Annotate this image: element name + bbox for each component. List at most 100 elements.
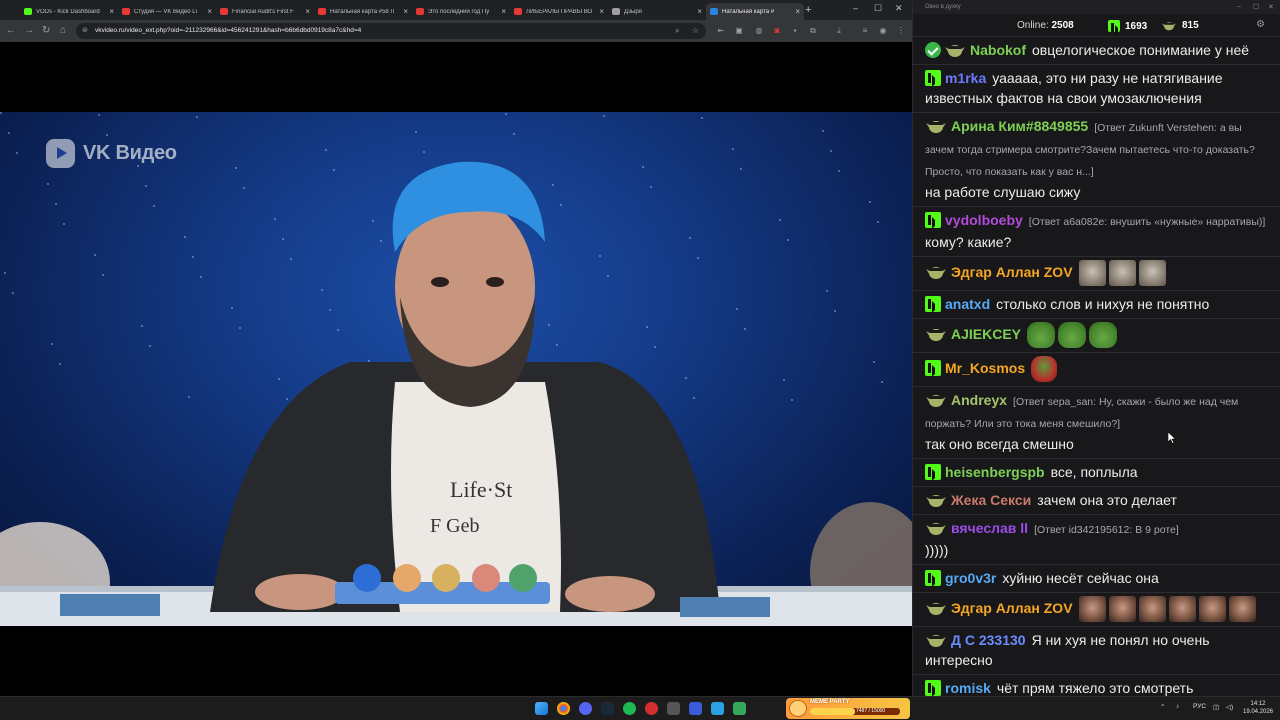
system-clock[interactable]: 14:12 19.04.2026 [1238,700,1278,716]
chat-username[interactable]: vydolboeby [945,212,1023,228]
chat-username[interactable]: Mr_Kosmos [945,360,1025,376]
chat-message[interactable]: Жека Секси зачем она это делает [913,487,1280,515]
minimize-icon[interactable]: – [853,3,858,13]
chat-username[interactable]: m1rka [945,70,986,86]
chat-username[interactable]: Арина Ким#8849855 [951,118,1088,134]
kick-viewer-count: 1693 [1108,20,1147,33]
close-window-icon[interactable]: ✕ [895,3,903,14]
zoom-icon[interactable]: ⌕ [675,26,679,36]
chat-username[interactable]: anatxd [945,296,990,312]
kick-badge-icon [925,296,941,312]
spotify-icon[interactable] [623,702,636,715]
back-icon[interactable]: ← [6,25,16,37]
reload-icon[interactable]: ↻ [42,25,50,37]
new-tab-button[interactable]: + [805,4,811,16]
chat-username[interactable]: Жека Секси [951,492,1031,508]
site-info-icon[interactable]: ⊜ [82,26,90,35]
chat-message[interactable]: Nabokof овцелогическое понимание у неё [913,37,1280,65]
tab-close-icon[interactable]: × [305,7,310,16]
browser-tab[interactable]: Это последний год Пу × [412,3,510,20]
chat-username[interactable]: Эдгар Аллан ZOV [951,264,1073,280]
chat-message-list[interactable]: Nabokof овцелогическое понимание у неё m1r… [913,37,1280,696]
chat-message[interactable]: m1rka уааааа, это ни разу не натягивание … [913,65,1280,113]
network-icon[interactable]: ◫ [1213,703,1219,711]
chat-message[interactable]: Andreyx [Ответ sepa_san: Ну, скажи - было… [913,387,1280,459]
browser-tab[interactable]: ЛИБЕРАЛЫ ПРАВЫ ВО × [510,3,608,20]
chat-message[interactable]: gro0v3r хуйню несёт сейчас она [913,565,1280,593]
meme-party-widget[interactable]: MEME PARTY 7487 / 15000 [786,698,910,719]
steam-icon[interactable] [601,702,614,715]
obs-icon[interactable] [645,702,658,715]
minimize-icon[interactable]: – [1237,3,1241,10]
tab-close-icon[interactable]: × [599,7,604,16]
start-windows-icon[interactable] [535,702,548,715]
browser-tab[interactable]: Натальная карта #58 Л × [314,3,412,20]
extension-icon[interactable]: ◙ [772,26,782,36]
tab-close-icon[interactable]: × [403,7,408,16]
video-frame[interactable]: Life·St F Geb VK Видео [0,112,912,626]
extension-icon[interactable]: ⇤ [716,26,726,36]
url-text[interactable]: vkvideo.ru/video_ext.php?oid=-211232966&… [95,27,361,34]
chat-message[interactable]: Д С 233130 Я ни хуя не понял но очень инт… [913,627,1280,675]
app-icon[interactable] [733,702,746,715]
discord-icon[interactable] [579,702,592,715]
video-player[interactable]: Life·St F Geb VK Видео [0,42,912,696]
chat-message[interactable]: heisenbergspb все, поплыла [913,459,1280,487]
extension-icon[interactable]: ▣ [734,26,744,36]
tab-close-icon[interactable]: × [207,7,212,16]
volume-icon[interactable]: ◁) [1226,703,1233,711]
profile-icon[interactable]: ◉ [878,26,888,36]
chat-message[interactable]: romisk чёт прям тяжело это смотреть [913,675,1280,696]
browser-tab[interactable]: VODs - Kick Dashboard × [20,3,118,20]
extension-icon[interactable]: ▪ [790,26,800,36]
chat-username[interactable]: AJIEKCEY [951,326,1021,342]
chat-message[interactable]: Эдгар Аллан ZOV [913,593,1280,627]
chat-username[interactable]: romisk [945,680,991,696]
extensions-puzzle-icon[interactable]: ⧉ [808,26,818,36]
telegram-icon[interactable] [711,702,724,715]
chat-message-text: чёт прям тяжело это смотреть [996,680,1194,696]
close-icon[interactable]: ✕ [1268,3,1274,11]
chat-username[interactable]: вячеслав ll [951,520,1028,536]
chat-message[interactable]: Mr_Kosmos [913,353,1280,387]
chat-username[interactable]: heisenbergspb [945,464,1045,480]
chat-message[interactable]: Эдгар Аллан ZOV [913,257,1280,291]
chrome-icon[interactable] [557,702,570,715]
browser-tab[interactable]: Натальная карта # × [706,3,804,20]
app-icon[interactable] [667,702,680,715]
chat-username[interactable]: Andreyx [951,392,1007,408]
tray-chevron-icon[interactable]: ⌃ [1160,703,1165,711]
browser-tab[interactable]: Дзыря × [608,3,706,20]
bookmark-star-icon[interactable]: ☆ [692,26,699,35]
tab-close-icon[interactable]: × [697,7,702,16]
emote-peper-icon [1031,356,1058,382]
settings-gear-icon[interactable]: ⚙ [1256,19,1265,30]
tab-close-icon[interactable]: × [109,7,114,16]
chat-message[interactable]: вячеслав ll [Ответ id342195612: В 9 роте]… [913,515,1280,565]
browser-tab[interactable]: Financial Audit's First F × [216,3,314,20]
chat-message[interactable]: Арина Ким#8849855 [Ответ Zukunft Verstehe… [913,113,1280,207]
chat-message[interactable]: anatxd столько слов и нихуя не понятно [913,291,1280,319]
chat-message-text: все, поплыла [1050,464,1138,480]
app-icon[interactable] [689,702,702,715]
chat-message[interactable]: AJIEKCEY [913,319,1280,353]
maximize-icon[interactable]: ☐ [1253,3,1259,11]
home-icon[interactable]: ⌂ [60,25,66,37]
menu-kebab-icon[interactable]: ⋮ [896,26,906,36]
chat-username[interactable]: Д С 233130 [951,632,1026,648]
chat-message[interactable]: vydolboeby [Ответ a6a082e: внушить «нужны… [913,207,1280,257]
microphone-icon[interactable]: ♪ [1176,703,1179,710]
tab-close-icon[interactable]: × [501,7,506,16]
extension-icon[interactable]: ◍ [754,26,764,36]
chat-username[interactable]: gro0v3r [945,570,996,586]
tab-close-icon[interactable]: × [795,7,800,16]
chat-username[interactable]: Эдгар Аллан ZOV [951,600,1073,616]
address-bar[interactable]: ⊜ vkvideo.ru/video_ext.php?oid=-21123296… [76,23,706,39]
download-icon[interactable]: ⤓ [834,26,844,36]
maximize-icon[interactable]: ☐ [874,3,882,14]
browser-tab[interactable]: Студия — VK Видео Li × [118,3,216,20]
language-indicator[interactable]: РУС [1193,703,1206,710]
chat-username[interactable]: Nabokof [970,42,1026,58]
media-icon[interactable]: ≡ [860,26,870,36]
forward-icon[interactable]: → [24,25,34,37]
